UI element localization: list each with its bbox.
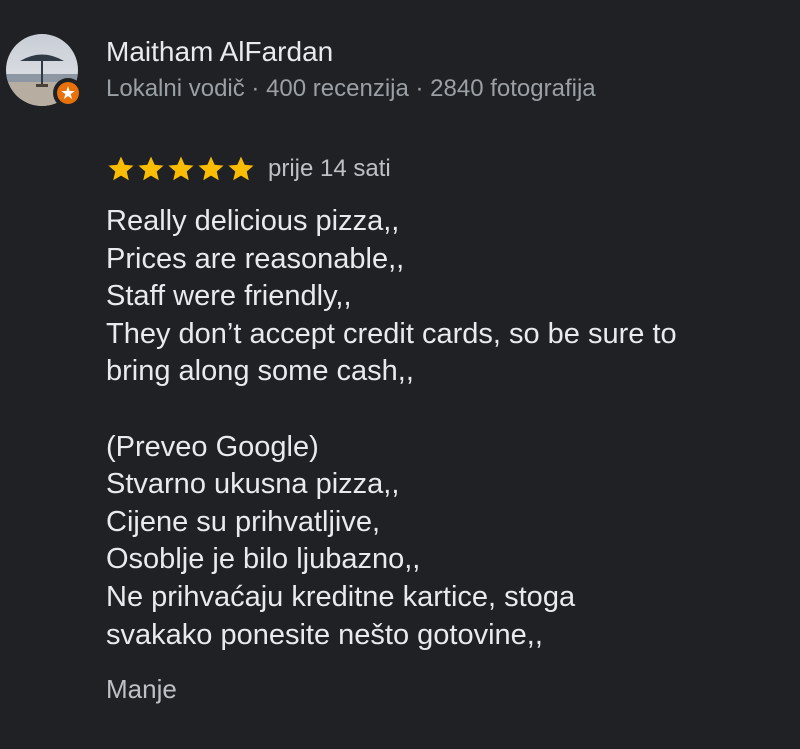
review-line: Prices are reasonable,, xyxy=(106,242,405,275)
star-icon xyxy=(168,156,194,181)
review-line: They don’t accept credit cards, so be su… xyxy=(106,317,677,350)
translated-line: Osoblje je bilo ljubazno,, xyxy=(106,543,421,576)
review-line: Staff were friendly,, xyxy=(106,280,352,313)
translation-label: (Preveo Google) xyxy=(106,430,319,463)
local-guide-badge xyxy=(53,78,83,108)
review-card: Maitham AlFardan Lokalni vodič · 400 rec… xyxy=(0,0,800,749)
translated-line: Stvarno ukusna pizza,, xyxy=(106,468,400,501)
show-less-button[interactable]: Manje xyxy=(106,672,177,706)
author-name[interactable]: Maitham AlFardan xyxy=(106,34,333,70)
review-line: Really delicious pizza,, xyxy=(106,205,400,237)
review-time: prije 14 sati xyxy=(268,155,391,182)
translated-line: Cijene su prihvatljive, xyxy=(106,505,381,538)
author-avatar[interactable] xyxy=(6,34,83,108)
star-icon xyxy=(138,156,164,181)
star-icon xyxy=(108,156,134,181)
review-body: Really delicious pizza,, Prices are reas… xyxy=(106,203,786,654)
author-meta: Lokalni vodič · 400 recenzija · 2840 fot… xyxy=(106,75,596,102)
translated-line: Ne prihvaćaju kreditne kartice, stoga xyxy=(106,580,576,613)
star-icon xyxy=(228,156,254,181)
star-icon xyxy=(198,156,224,181)
star-rating xyxy=(106,154,256,184)
local-guide-star-icon xyxy=(57,82,79,104)
translated-line: svakako ponesite nešto gotovine,, xyxy=(106,618,543,651)
rating-row: prije 14 sati xyxy=(106,152,391,186)
review-line: bring along some cash,, xyxy=(106,355,414,388)
